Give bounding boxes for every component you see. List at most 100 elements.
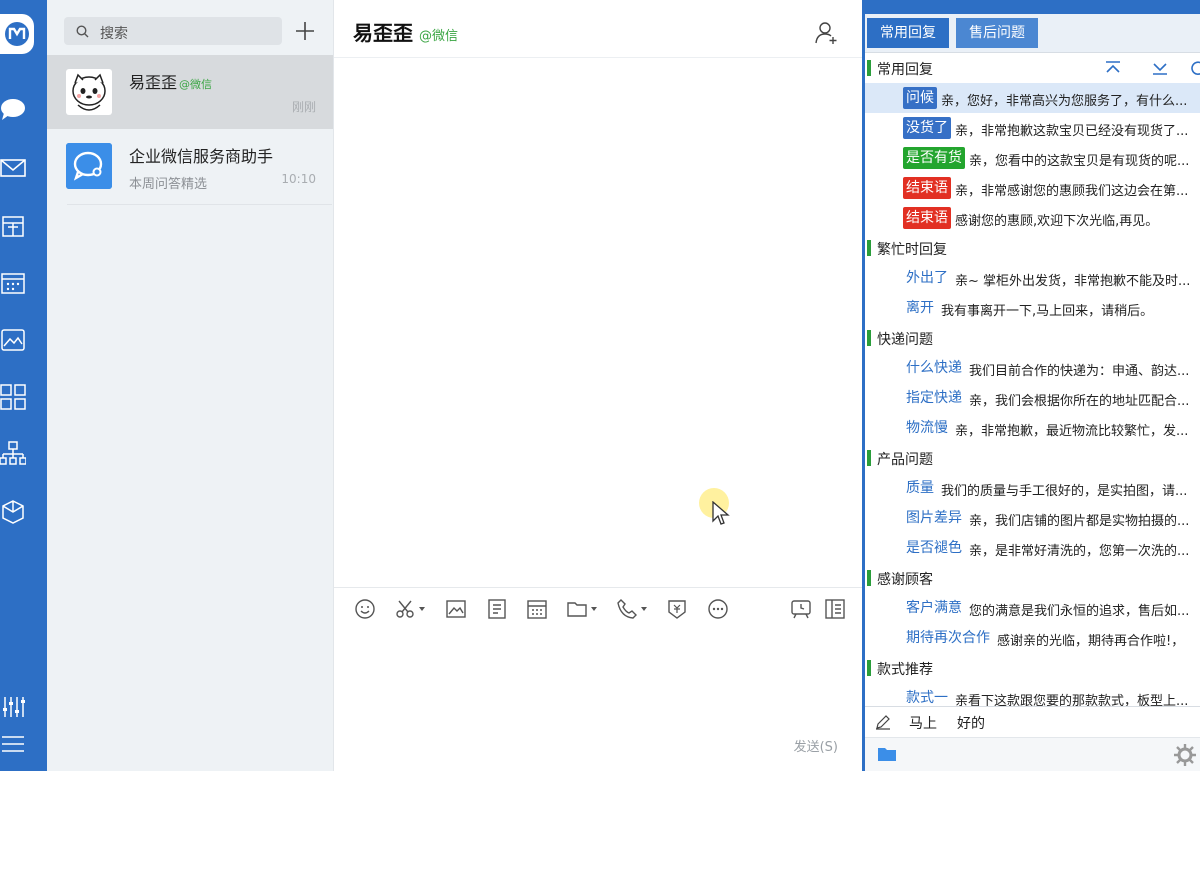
reply-item[interactable]: 指定快递 亲，我们会根据你所在的地址匹配合...	[865, 383, 1200, 413]
folder-icon[interactable]	[877, 745, 897, 762]
panel-top-bar	[865, 0, 1200, 14]
move-bottom-icon[interactable]	[1150, 59, 1170, 77]
edit-icon[interactable]	[875, 714, 891, 730]
send-button[interactable]: 发送(S)	[794, 736, 838, 755]
screen-record-icon[interactable]	[790, 597, 812, 621]
reply-keyword: 期待再次合作	[906, 630, 990, 646]
move-top-icon[interactable]	[1103, 59, 1123, 77]
reply-section-header[interactable]: 产品问题	[867, 443, 1200, 473]
section-title: 常用回复	[877, 62, 933, 78]
section-title: 产品问题	[877, 452, 933, 468]
reply-text: 我们目前合作的快递为：申通、韵达...	[969, 364, 1190, 379]
chat-icon[interactable]	[0, 96, 26, 122]
image-icon[interactable]	[445, 597, 467, 621]
reply-item[interactable]: 结束语 亲，非常感谢您的惠顾我们这边会在第...	[865, 173, 1200, 203]
reply-item[interactable]: 离开 我有事离开一下,马上回来，请稍后。	[865, 293, 1200, 323]
reply-section-header[interactable]: 快递问题	[867, 323, 1200, 353]
reply-text: 您的满意是我们永恒的追求，售后如...	[969, 604, 1190, 619]
reply-keyword: 结束语	[903, 177, 951, 199]
image-gallery-icon[interactable]	[0, 327, 26, 353]
chevron-down-icon[interactable]	[640, 605, 648, 613]
section-title: 繁忙时回复	[877, 242, 947, 258]
reply-section-header[interactable]: 款式推荐	[867, 653, 1200, 683]
search-input[interactable]: 搜索	[64, 17, 282, 45]
reply-item[interactable]: 期待再次合作 感谢亲的光临，期待再合作啦!，	[865, 623, 1200, 653]
reply-text: 亲，非常感谢您的惠顾我们这边会在第...	[955, 184, 1189, 199]
reply-item[interactable]: 结束语 感谢您的惠顾,欢迎下次光临,再见。	[865, 203, 1200, 233]
tab-bar: 常用回复 售后问题	[865, 14, 1200, 53]
reply-item[interactable]: 客户满意 您的满意是我们永恒的追求，售后如...	[865, 593, 1200, 623]
reply-item[interactable]: 是否褪色 亲，是非常好清洗的，您第一次洗的...	[865, 533, 1200, 563]
phone-icon[interactable]	[616, 597, 648, 621]
tab-common-replies[interactable]: 常用回复	[867, 18, 949, 48]
reply-section-header[interactable]: 繁忙时回复	[867, 233, 1200, 263]
reply-keyword: 客户满意	[906, 600, 962, 616]
reply-item[interactable]: 质量 我们的质量与手工很好的，是实拍图，请...	[865, 473, 1200, 503]
gear-icon[interactable]	[1173, 743, 1197, 767]
shopping-bag-icon[interactable]	[0, 213, 26, 239]
calendar-icon[interactable]	[0, 270, 26, 296]
reply-text: 亲，您看中的这款宝贝是有现货的呢...	[969, 154, 1190, 169]
calendar-icon[interactable]	[526, 597, 548, 621]
folder-icon[interactable]	[566, 597, 598, 621]
emoji-icon[interactable]	[354, 597, 376, 621]
reply-item[interactable]: 是否有货 亲，您看中的这款宝贝是有现货的呢...	[865, 143, 1200, 173]
side-panel-icon[interactable]	[824, 597, 846, 621]
app-logo[interactable]	[0, 14, 34, 54]
reply-keyword: 问候	[903, 87, 937, 109]
conversation-item[interactable]: 企业微信服务商助手 本周问答精选 10:10	[47, 129, 333, 203]
suggestion-word[interactable]: 马上	[909, 713, 937, 733]
menu-icon[interactable]	[0, 731, 26, 757]
reply-item[interactable]: 什么快递 我们目前合作的快递为：申通、韵达...	[865, 353, 1200, 383]
reply-item[interactable]: 图片差异 亲，我们店铺的图片都是实物拍摄的...	[865, 503, 1200, 533]
section-marker	[867, 60, 871, 76]
section-marker	[867, 330, 871, 346]
chevron-down-icon[interactable]	[590, 605, 598, 613]
reply-text: 我们的质量与手工很好的，是实拍图，请...	[941, 484, 1188, 499]
org-chart-icon[interactable]	[0, 441, 26, 467]
reply-footer: 马上 好的	[865, 706, 1200, 771]
reply-text: 亲，非常抱歉，最近物流比较繁忙，发...	[955, 424, 1189, 439]
conversation-item[interactable]: 易歪歪 @微信 刚刚	[47, 55, 333, 129]
reply-text: 亲，您好，非常高兴为您服务了，有什么...	[941, 94, 1188, 109]
more-icon[interactable]	[707, 597, 729, 621]
reply-item[interactable]: 没货了 亲，非常抱歉这款宝贝已经没有现货了...	[865, 113, 1200, 143]
reply-keyword: 外出了	[906, 270, 948, 286]
panel-bottom-bar	[865, 737, 1200, 771]
cube-icon[interactable]	[0, 499, 26, 525]
scissors-icon[interactable]	[394, 597, 426, 621]
avatar	[66, 69, 112, 115]
reply-item[interactable]: 问候 亲，您好，非常高兴为您服务了，有什么...	[865, 83, 1200, 113]
reply-text: 亲，非常抱歉这款宝贝已经没有现货了...	[955, 124, 1189, 139]
reply-text: 感谢您的惠顾,欢迎下次光临,再见。	[955, 214, 1159, 229]
reply-section-header[interactable]: 感谢顾客	[867, 563, 1200, 593]
reply-item[interactable]: 款式一 亲看下这款跟您要的那款款式，板型上...	[865, 683, 1200, 706]
add-icon[interactable]	[292, 18, 318, 44]
avatar	[66, 143, 112, 189]
reply-item[interactable]: 外出了 亲~ 掌柜外出发货，非常抱歉不能及时...	[865, 263, 1200, 293]
reply-text: 感谢亲的光临，期待再合作啦!，	[997, 634, 1185, 649]
reply-keyword: 结束语	[903, 207, 951, 229]
chat-title-text: 易歪歪	[353, 21, 413, 45]
mail-icon[interactable]	[0, 155, 26, 181]
apps-grid-icon[interactable]	[0, 384, 26, 410]
reply-item[interactable]: 物流慢 亲，非常抱歉，最近物流比较繁忙，发...	[865, 413, 1200, 443]
reply-keyword: 质量	[906, 480, 934, 496]
reply-section-header[interactable]: 常用回复	[867, 53, 1200, 83]
search-placeholder: 搜索	[100, 26, 128, 42]
tab-after-sales[interactable]: 售后问题	[956, 18, 1038, 48]
refresh-icon[interactable]	[1189, 59, 1200, 77]
section-title: 感谢顾客	[877, 572, 933, 588]
reply-list: 常用回复 问候 亲，您好，非常高兴为您服务了，有什么... 没货了 亲，非常抱歉这款宝贝…	[865, 52, 1200, 706]
suggestion-word[interactable]: 好的	[957, 713, 985, 733]
reply-keyword: 是否褪色	[906, 540, 962, 556]
chevron-down-icon[interactable]	[418, 605, 426, 613]
document-icon[interactable]	[486, 597, 508, 621]
reply-text: 亲，我们会根据你所在的地址匹配合...	[969, 394, 1190, 409]
reply-text: 亲，我们店铺的图片都是实物拍摄的...	[969, 514, 1190, 529]
red-packet-icon[interactable]	[666, 597, 688, 621]
section-marker	[867, 450, 871, 466]
add-member-icon[interactable]	[814, 20, 840, 46]
settings-sliders-icon[interactable]	[0, 694, 26, 720]
mouse-cursor-icon	[712, 501, 730, 525]
